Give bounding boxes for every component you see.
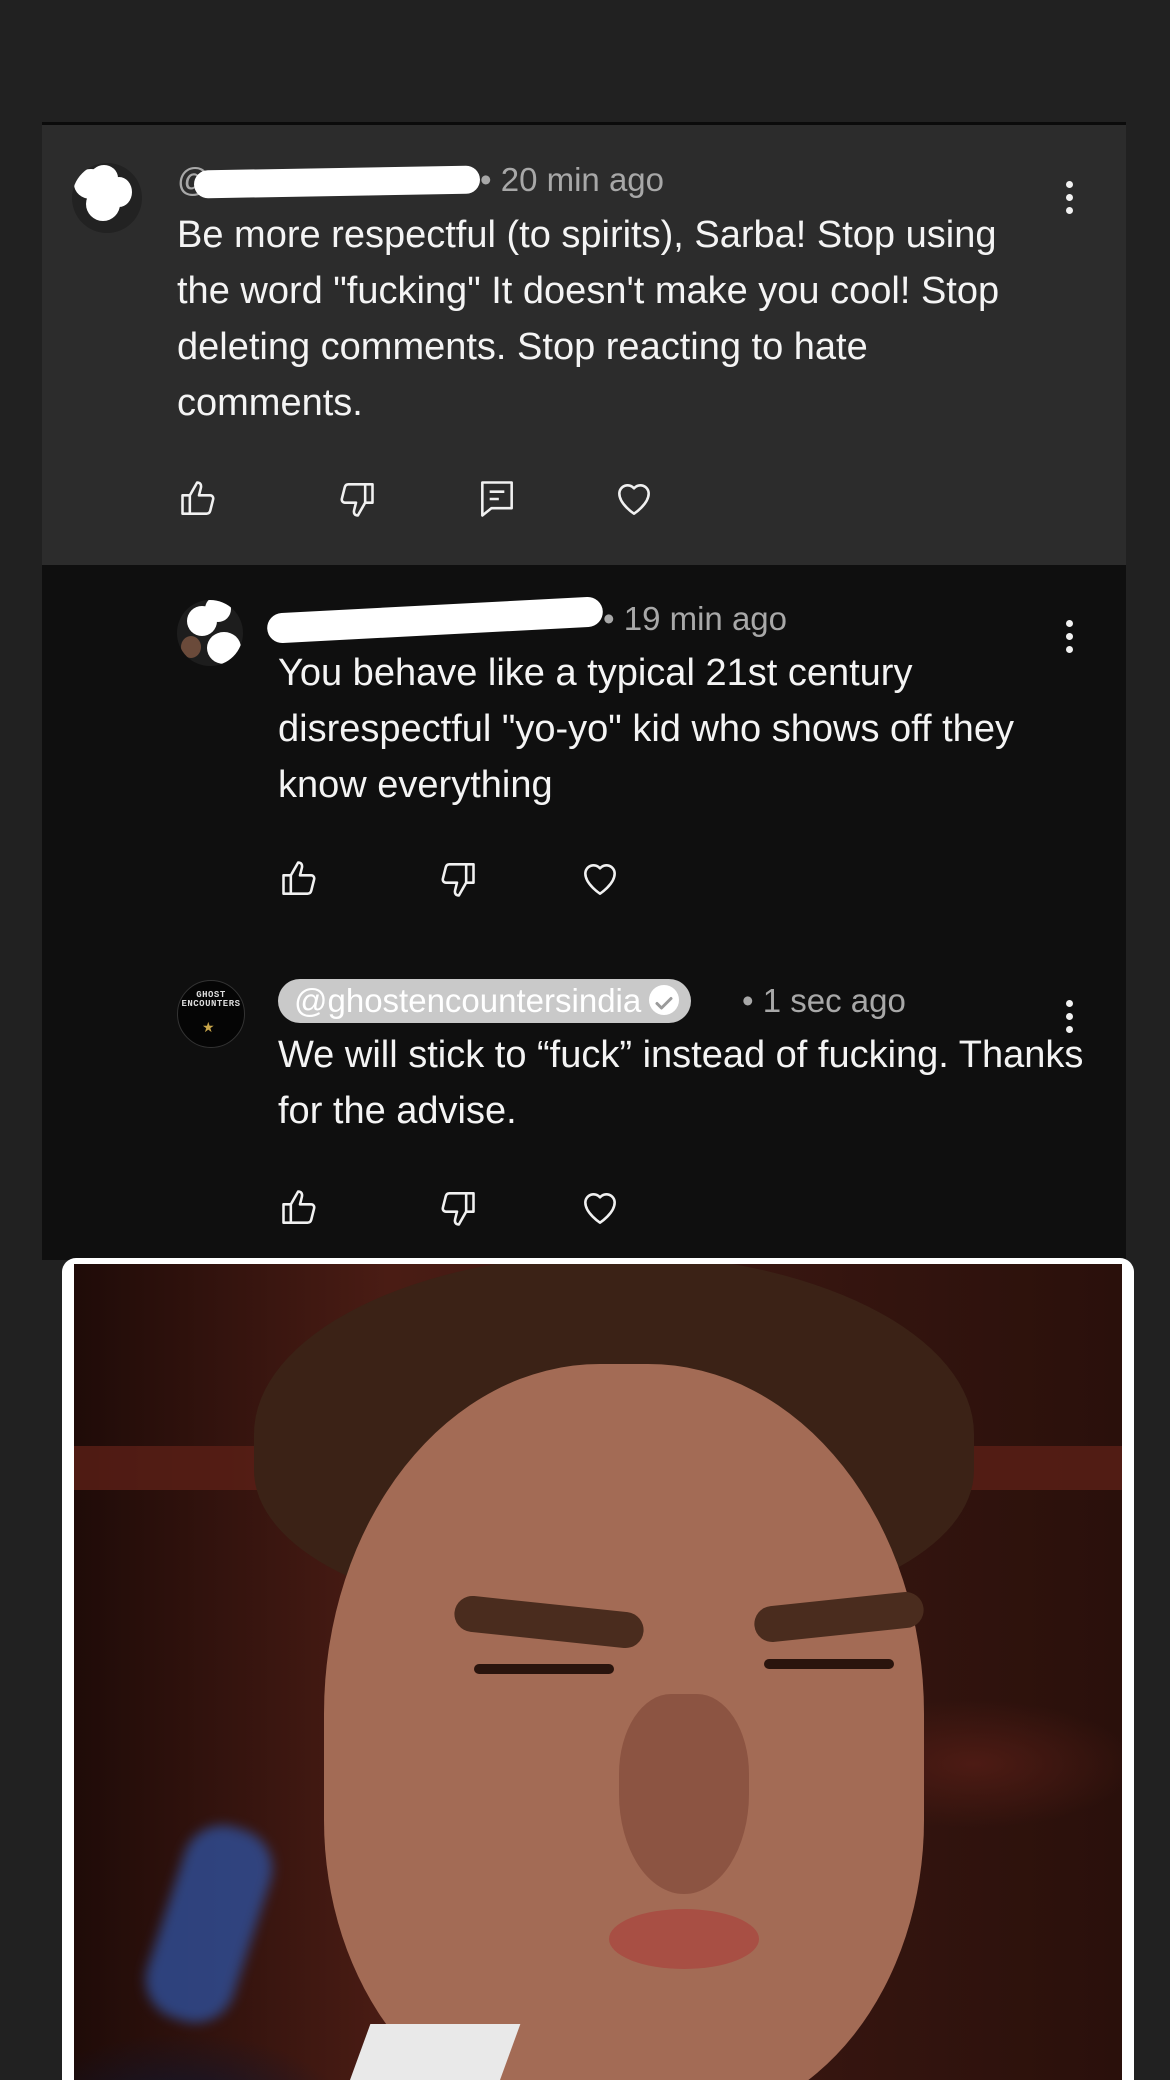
comment-timestamp: • 1 sec ago [742, 982, 906, 1019]
verified-check-icon [649, 985, 680, 1016]
channel-logo-text: GHOST ENCOUNTERS [181, 990, 241, 1009]
comment-timestamp: • 20 min ago [480, 161, 664, 198]
avatar[interactable] [177, 600, 243, 666]
avatar[interactable] [72, 163, 142, 233]
reply-icon[interactable] [475, 477, 519, 521]
replies-panel: • 19 min ago You behave like a typical 2… [42, 565, 1126, 1260]
reaction-image-card [62, 1258, 1134, 2080]
thumbs-up-icon[interactable] [177, 477, 221, 521]
heart-icon[interactable] [578, 857, 622, 901]
redaction-mark [266, 596, 604, 644]
reaction-photo [74, 1264, 1122, 2080]
more-options-icon[interactable] [1066, 181, 1074, 220]
comment-text: We will stick to “fuck” instead of fucki… [278, 1034, 1084, 1132]
thumbs-down-icon[interactable] [334, 477, 378, 521]
star-icon: ★ [202, 1019, 215, 1035]
creator-handle-badge[interactable]: @ghostencountersindia [278, 979, 692, 1023]
redaction-mark [193, 165, 481, 199]
author-handle: @ghostencountersindia [294, 982, 642, 1019]
thumbs-up-icon[interactable] [278, 1186, 322, 1230]
thumbs-down-icon[interactable] [435, 1186, 479, 1230]
thumbs-up-icon[interactable] [278, 857, 322, 901]
comment-text: You behave like a typical 21st century d… [278, 652, 1014, 806]
top-bar [0, 0, 1170, 124]
comment-1: @ • 20 min ago Be more respectful (to sp… [42, 125, 1126, 565]
heart-icon[interactable] [578, 1186, 622, 1230]
comment-timestamp: • 19 min ago [603, 600, 787, 637]
heart-icon[interactable] [612, 477, 656, 521]
comment-text: Be more respectful (to spirits), Sarba! … [177, 214, 1000, 424]
thumbs-down-icon[interactable] [435, 857, 479, 901]
channel-avatar[interactable]: GHOST ENCOUNTERS ★ [177, 980, 245, 1048]
more-options-icon[interactable] [1066, 620, 1074, 659]
more-options-icon[interactable] [1066, 1000, 1074, 1039]
